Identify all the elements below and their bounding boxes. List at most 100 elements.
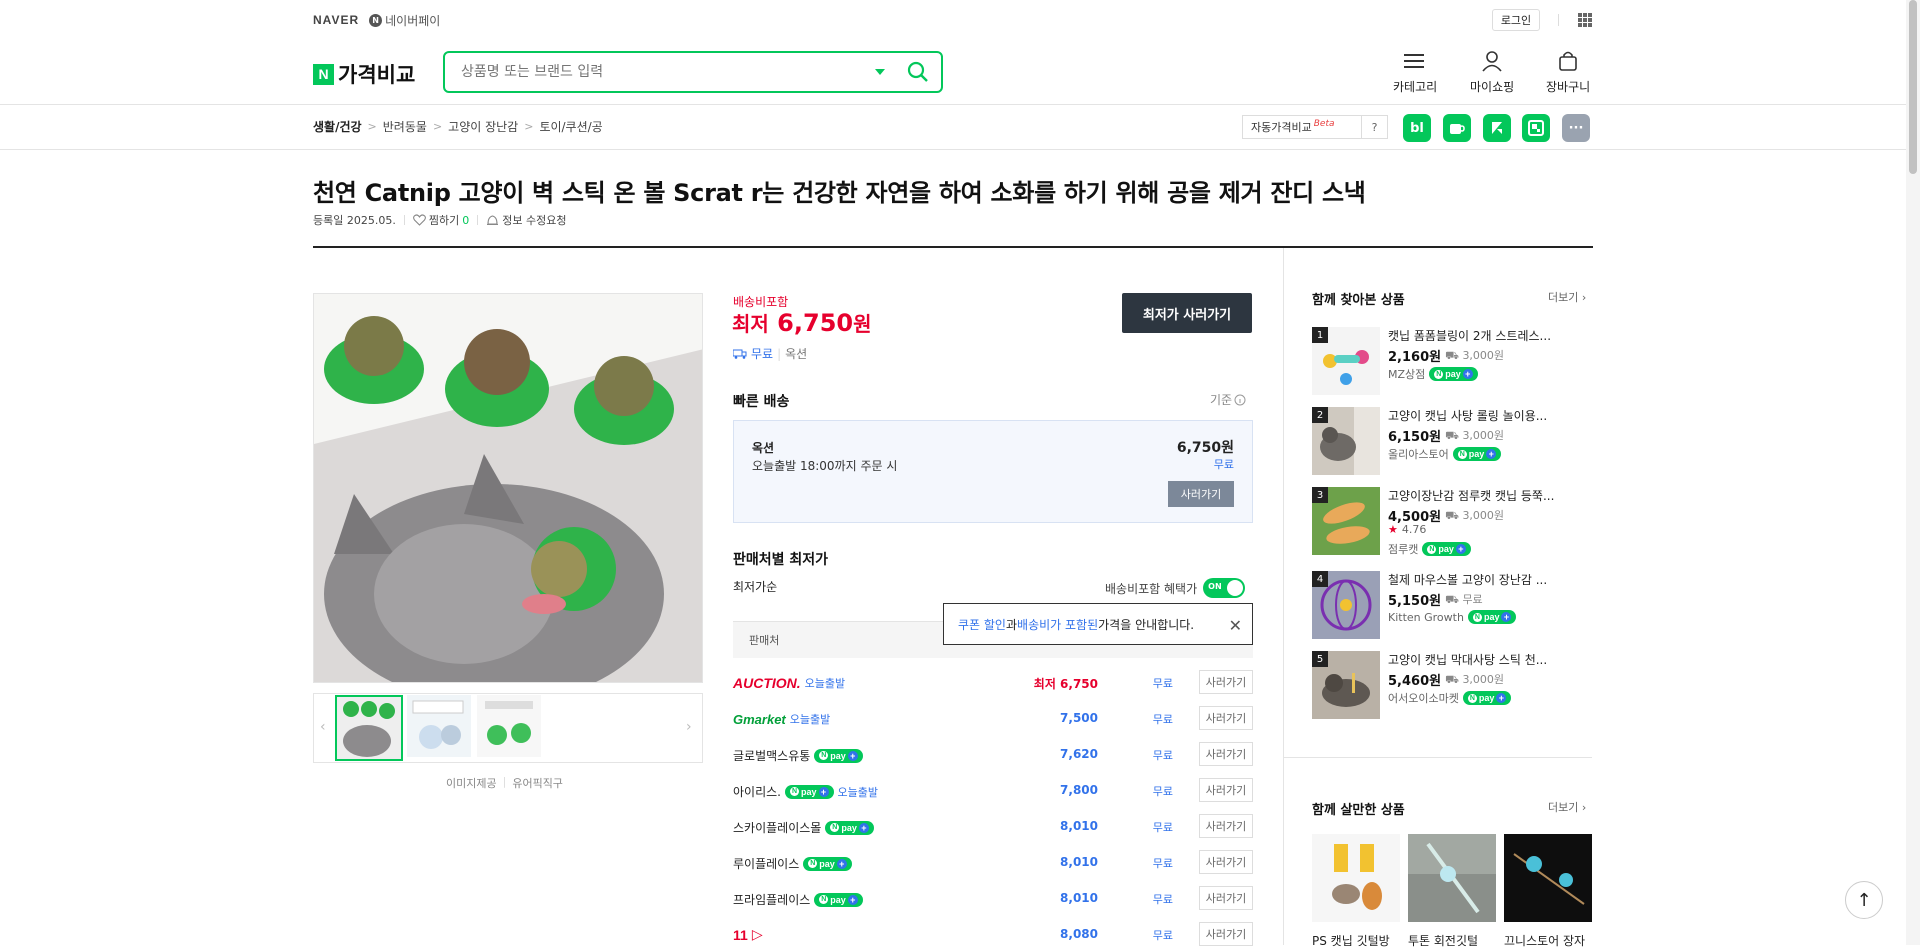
bought-thumbnail[interactable] (1312, 834, 1400, 922)
nav-cart[interactable]: 장바구니 (1546, 50, 1590, 95)
benefit-toggle-row: 배송비포함 혜택가 ON (1105, 578, 1246, 598)
bought-heading: 함께 살만한 상품 (1312, 803, 1405, 818)
share-more-button[interactable]: ··· (1562, 114, 1590, 142)
login-button[interactable]: 로그인 (1492, 9, 1540, 31)
like-count: 0 (462, 213, 470, 227)
share-calendar-button[interactable] (1522, 114, 1550, 142)
basis-info[interactable]: 기준 (1210, 391, 1246, 408)
report-button[interactable]: 정보 수정요청 (486, 212, 566, 228)
bought-thumbnail[interactable] (1504, 834, 1592, 922)
viewed-thumbnail: 3 (1312, 487, 1380, 555)
seller-row[interactable]: Gmarket 오늘출발 7,500 무료 사러가기 (733, 703, 1253, 733)
seller-buy-button[interactable]: 사러가기 (1199, 706, 1253, 730)
thumb-prev-icon[interactable]: ‹ (320, 719, 326, 735)
seller-shipping: 무료 (1152, 713, 1173, 726)
search-input[interactable] (445, 53, 875, 91)
seller-row[interactable]: AUCTION. 오늘출발 최저 6,750 무료 사러가기 (733, 667, 1253, 697)
product-title: 천연 Catnip 고양이 벽 스틱 온 볼 Scrat r는 건강한 자연을 … (313, 179, 1366, 207)
thumbnail[interactable] (335, 695, 403, 761)
tooltip-ship: 배송비가 포함된 (1017, 617, 1099, 632)
header-divider (0, 104, 1920, 105)
close-icon[interactable]: ✕ (1229, 616, 1242, 635)
bought-more-link[interactable]: 더보기 › (1548, 799, 1586, 815)
seller-buy-button[interactable]: 사러가기 (1199, 778, 1253, 802)
tooltip-text: 가격을 안내합니다. (1098, 617, 1195, 632)
dropdown-caret-icon[interactable] (875, 69, 885, 75)
nav-myshopping[interactable]: 마이쇼핑 (1470, 50, 1514, 95)
breadcrumb-item[interactable]: 반려동물 (383, 118, 427, 135)
bought-thumbnail[interactable] (1408, 834, 1496, 922)
buy-lowest-button[interactable]: 최저가 사러가기 (1122, 293, 1252, 333)
nav-category[interactable]: 카테고리 (1393, 50, 1437, 95)
scroll-to-top-button[interactable]: ↑ (1845, 881, 1883, 919)
auto-compare-button[interactable]: 자동가격비교 Beta (1242, 115, 1362, 139)
viewed-more-link[interactable]: 더보기 › (1548, 289, 1586, 305)
viewed-store: MZ상점 (1388, 368, 1426, 381)
nav-category-label: 카테고리 (1393, 80, 1438, 94)
seller-name: 글로벌맥스유통 (733, 749, 811, 763)
viewed-title: 고양이장난감 점루캣 캣닙 등쭉... (1388, 489, 1555, 503)
col-seller: 판매처 (749, 634, 780, 647)
viewed-item[interactable]: 1 캣닙 폼폼블링이 2개 스트레스... 2,160원 ⛟ 3,000원 MZ상… (1312, 327, 1592, 399)
breadcrumb: 생활/건강 > 반려동물 > 고양이 장난감 > 토이/쿠션/공 (313, 118, 603, 135)
product-main-image[interactable] (313, 293, 703, 683)
seller-price: 8,010 (1060, 855, 1098, 869)
seller-buy-button[interactable]: 사러가기 (1199, 922, 1253, 946)
tooltip-and: 과 (1005, 617, 1018, 632)
lowest-price: 최저 6,750원 (732, 308, 872, 337)
breadcrumb-item[interactable]: 토이/쿠션/공 (539, 118, 602, 135)
share-cafe-button[interactable] (1443, 114, 1471, 142)
viewed-item[interactable]: 5 고양이 캣닙 막대사탕 스틱 천... 5,460원 ⛟ 3,000원 어서오… (1312, 651, 1592, 723)
viewed-store: Kitten Growth (1388, 610, 1464, 624)
share-band-button[interactable] (1483, 114, 1511, 142)
viewed-item[interactable]: 2 고양이 캣닙 사탕 롤링 놀이용... 6,150원 ⛟ 3,000원 올리아… (1312, 407, 1592, 479)
seller-shipping: 무료 (1152, 785, 1173, 798)
heart-icon (412, 214, 426, 226)
viewed-price-row: 2,160원 ⛟ 3,000원 (1388, 346, 1504, 365)
band-icon (1492, 122, 1502, 134)
seller-price: 7,800 (1060, 783, 1098, 797)
bought-title: PS 캣닙 깃털방 (1312, 934, 1390, 948)
breadcrumb-divider (0, 149, 1920, 150)
seller-buy-button[interactable]: 사러가기 (1199, 814, 1253, 838)
seller-row[interactable]: 글로벌맥스유통 Npay + 7,620 무료 사러가기 (733, 739, 1253, 769)
help-button[interactable]: ? (1362, 115, 1388, 139)
thumbnail[interactable] (407, 695, 475, 761)
seller-buy-button[interactable]: 사러가기 (1199, 670, 1253, 694)
viewed-item[interactable]: 4 철제 마우스볼 고양이 장난감 ... 5,150원 ⛟ 무료 Kitten … (1312, 571, 1592, 643)
naverpay-icon: N (369, 13, 383, 27)
fast-buy-button[interactable]: 사러가기 (1168, 481, 1234, 507)
seller-buy-button[interactable]: 사러가기 (1199, 850, 1253, 874)
like-button[interactable]: 찜하기 0 (412, 212, 470, 228)
seller-row[interactable]: 스카이플레이스몰 Npay + 8,010 무료 사러가기 (733, 811, 1253, 841)
top-util-bar: NAVER N 네이버페이 (313, 10, 440, 30)
seller-shipping: 무료 (1152, 749, 1173, 762)
share-blog-button[interactable]: bl (1403, 114, 1431, 142)
thumb-next-icon[interactable]: › (686, 719, 692, 735)
sort-lowest[interactable]: 최저가순 (733, 578, 777, 595)
naverpay-link[interactable]: N 네이버페이 (369, 12, 440, 29)
viewed-title: 철제 마우스볼 고양이 장난감 ... (1388, 573, 1548, 587)
viewed-shipping: 3,000원 (1462, 429, 1505, 442)
naver-link[interactable]: NAVER (313, 13, 359, 27)
seller-row[interactable]: 프라임플레이스 Npay + 8,010 무료 사러가기 (733, 883, 1253, 913)
bought-title: 끄니스토어 장자 (1504, 934, 1586, 948)
logo[interactable]: N 가격비교 (313, 59, 415, 89)
seller-buy-button[interactable]: 사러가기 (1199, 742, 1253, 766)
report-label: 정보 수정요청 (502, 214, 567, 227)
search-icon[interactable] (907, 61, 929, 83)
tooltip-coupon: 쿠폰 할인 (958, 617, 1006, 632)
page-scrollbar[interactable] (1906, 0, 1920, 945)
thumbnail[interactable] (477, 695, 545, 761)
breadcrumb-item[interactable]: 생활/건강 (313, 118, 362, 135)
seller-buy-button[interactable]: 사러가기 (1199, 886, 1253, 910)
apps-grid-icon[interactable] (1578, 13, 1592, 27)
seller-row[interactable]: 아이리스. Npay + 오늘출발 7,800 무료 사러가기 (733, 775, 1253, 805)
fast-delivery-card: 옥션 오늘출발 18:00까지 주문 시 6,750원 무료 사러가기 (733, 420, 1253, 523)
benefit-toggle[interactable]: ON (1203, 578, 1246, 598)
rank-badge: 5 (1312, 651, 1328, 667)
seller-row[interactable]: 루이플레이스 Npay + 8,010 무료 사러가기 (733, 847, 1253, 877)
viewed-store-row: 점루캣 Npay + (1388, 541, 1471, 557)
viewed-item[interactable]: 3 고양이장난감 점루캣 캣닙 등쭉... 4,500원 ⛟ 3,000원 ★ 4.… (1312, 487, 1592, 559)
breadcrumb-item[interactable]: 고양이 장난감 (448, 118, 518, 135)
